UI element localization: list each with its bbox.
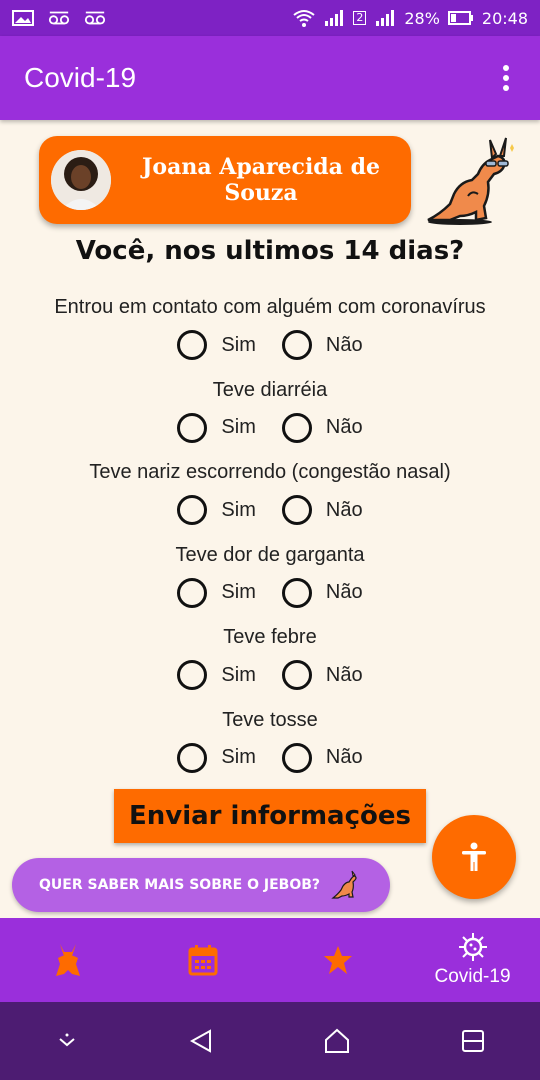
radio-no[interactable] xyxy=(281,742,312,773)
accessibility-icon xyxy=(462,842,486,871)
radio-no[interactable] xyxy=(281,577,312,608)
back-icon[interactable] xyxy=(188,1028,214,1054)
calendar-icon xyxy=(188,945,217,976)
nav-item-rabbit[interactable] xyxy=(0,918,135,1002)
option-yes-label: Sim xyxy=(221,498,256,521)
avatar xyxy=(51,150,111,210)
radio-no[interactable] xyxy=(281,412,312,443)
questions-list: Entrou em contato com alguém com coronav… xyxy=(0,292,540,787)
profile-name: Joana Aparecida de Souza xyxy=(142,154,380,206)
radio-yes[interactable] xyxy=(177,660,208,690)
question-text: Teve diarréia xyxy=(212,378,328,401)
virus-icon xyxy=(458,933,487,961)
signal-icon xyxy=(376,10,395,26)
option-yes-label: Sim xyxy=(221,416,256,438)
radio-yes[interactable] xyxy=(177,577,208,608)
nav-item-star[interactable] xyxy=(270,918,405,1002)
radio-yes[interactable] xyxy=(177,330,208,360)
question-text: Teve dor de garganta xyxy=(175,543,365,566)
option-yes[interactable]: Sim xyxy=(177,412,256,443)
option-no[interactable]: Não xyxy=(281,330,363,360)
more-vert-icon[interactable] xyxy=(496,63,516,93)
status-bar: 2 28% 20:48 xyxy=(0,0,540,36)
app-bar: Covid-19 xyxy=(0,36,540,120)
option-no[interactable]: Não xyxy=(281,742,363,773)
option-yes-label: Sim xyxy=(221,746,256,768)
bottom-nav: Covid-19 xyxy=(0,918,540,1002)
question-text: Teve febre xyxy=(223,626,317,648)
app-title: Covid-19 xyxy=(24,62,137,93)
question-item: Entrou em contato com alguém com coronav… xyxy=(0,292,540,375)
radio-yes[interactable] xyxy=(177,412,208,443)
option-yes[interactable]: Sim xyxy=(177,577,256,608)
send-button[interactable]: Enviar informações xyxy=(114,789,426,843)
page-title: Você, nos ultimos 14 dias? xyxy=(75,236,465,266)
question-item: Teve febre Sim Não xyxy=(0,622,540,705)
question-text: Entrou em contato com alguém com coronav… xyxy=(54,296,486,318)
accessibility-button[interactable] xyxy=(432,815,516,899)
kangaroo-icon xyxy=(427,137,514,225)
wifi-icon xyxy=(293,10,315,27)
battery-icon xyxy=(447,11,473,25)
option-yes[interactable]: Sim xyxy=(177,660,256,690)
radio-no[interactable] xyxy=(281,495,312,525)
profile-card[interactable]: Joana Aparecida de Souza xyxy=(39,136,411,224)
image-icon xyxy=(12,10,34,26)
rabbit-icon xyxy=(55,944,80,976)
radio-yes[interactable] xyxy=(177,742,208,773)
signal-icon xyxy=(325,10,344,26)
nav-label-covid: Covid-19 xyxy=(434,966,511,987)
question-item: Teve tosse Sim Não xyxy=(0,705,540,788)
option-no[interactable]: Não xyxy=(281,577,363,608)
more-info-label: QUER SABER MAIS SOBRE O JEBOB? xyxy=(39,877,321,893)
voicemail-icon xyxy=(48,11,70,25)
radio-no[interactable] xyxy=(281,660,312,690)
option-yes-label: Sim xyxy=(221,333,256,356)
option-yes[interactable]: Sim xyxy=(177,742,256,773)
system-nav-bar xyxy=(0,1002,540,1080)
option-no[interactable]: Não xyxy=(281,495,363,525)
option-no[interactable]: Não xyxy=(281,660,363,690)
option-no-label: Não xyxy=(325,746,363,768)
question-item: Teve dor de garganta Sim Não xyxy=(0,540,540,623)
option-no-label: Não xyxy=(325,333,363,356)
option-no[interactable]: Não xyxy=(281,412,363,443)
question-item: Teve nariz escorrendo (congestão nasal) … xyxy=(0,457,540,540)
radio-no[interactable] xyxy=(281,330,312,360)
question-text: Teve tosse xyxy=(222,708,318,731)
clock: 20:48 xyxy=(481,8,528,28)
recents-icon[interactable] xyxy=(460,1028,486,1054)
question-text: Teve nariz escorrendo (congestão nasal) xyxy=(89,461,451,483)
radio-yes[interactable] xyxy=(177,495,208,525)
battery-percent: 28% xyxy=(404,8,440,28)
option-yes[interactable]: Sim xyxy=(177,330,256,360)
star-icon xyxy=(323,946,352,974)
option-yes-label: Sim xyxy=(221,581,256,603)
kangaroo-icon xyxy=(331,870,357,899)
home-icon[interactable] xyxy=(323,1027,351,1055)
option-no-label: Não xyxy=(325,581,363,603)
nav-item-covid[interactable]: Covid-19 xyxy=(405,918,540,1002)
sim-badge: 2 xyxy=(353,11,367,25)
option-yes[interactable]: Sim xyxy=(177,495,256,525)
voicemail-icon xyxy=(84,11,106,25)
nav-item-calendar[interactable] xyxy=(135,918,270,1002)
question-item: Teve diarréia Sim Não xyxy=(0,375,540,458)
option-no-label: Não xyxy=(325,498,363,521)
more-info-button[interactable]: QUER SABER MAIS SOBRE O JEBOB? xyxy=(12,858,390,912)
option-no-label: Não xyxy=(325,663,363,686)
option-yes-label: Sim xyxy=(221,663,256,686)
option-no-label: Não xyxy=(325,416,363,438)
hide-keyboard-icon[interactable] xyxy=(55,1029,79,1053)
